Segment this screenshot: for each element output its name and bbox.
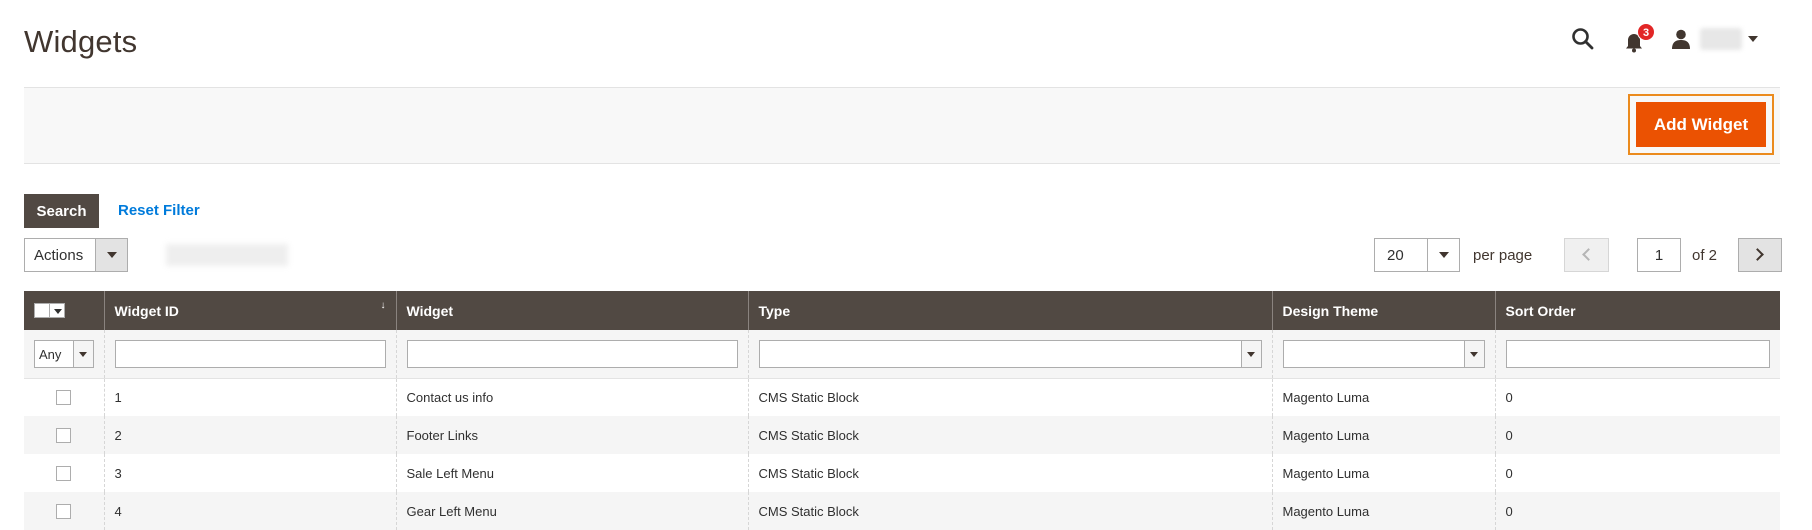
type-filter-select[interactable] (758, 339, 1262, 368)
massaction-filter-cell: Any (24, 330, 104, 379)
per-page-select[interactable]: 20 (1374, 238, 1460, 272)
chevron-down-icon (78, 351, 87, 357)
total-pages-label: of 2 (1692, 247, 1718, 264)
chevron-down-icon (1246, 351, 1255, 357)
massaction-header (24, 291, 104, 330)
filter-row: Any (24, 330, 1780, 379)
user-icon (1672, 29, 1690, 49)
table-row[interactable]: 2 Footer Links CMS Static Block Magento … (24, 416, 1780, 454)
next-page-button[interactable] (1738, 238, 1782, 272)
table-row[interactable]: 3 Sale Left Menu CMS Static Block Magent… (24, 454, 1780, 492)
chevron-left-icon (1582, 248, 1595, 261)
cell-widget: Gear Left Menu (395, 492, 748, 530)
page-actions-bar: Add Widget (24, 87, 1780, 164)
filter-cell-widget (395, 330, 748, 379)
previous-page-button[interactable] (1564, 238, 1609, 272)
cell-widget-id: 4 (103, 492, 396, 530)
per-page-label: per page (1473, 247, 1533, 264)
cell-sort-order: 0 (1494, 492, 1780, 530)
column-header-design-theme[interactable]: Design Theme (1271, 291, 1495, 330)
cell-design-theme: Magento Luma (1271, 378, 1495, 416)
dropdown-arrow (1463, 340, 1484, 367)
cell-type: CMS Static Block (747, 378, 1272, 416)
sort-order-filter-input[interactable] (1505, 339, 1770, 368)
filter-cell-type (747, 330, 1272, 379)
dropdown-arrow (1240, 340, 1261, 367)
divider (49, 304, 50, 317)
cell-widget-id: 3 (103, 454, 396, 492)
chevron-right-icon (1751, 248, 1764, 261)
row-checkbox-cell (24, 416, 104, 454)
row-checkbox-cell (24, 454, 104, 492)
notification-count-badge: 3 (1637, 23, 1655, 41)
filter-cell-sort-order (1494, 330, 1780, 379)
massaction-filter-value: Any (39, 346, 62, 362)
add-widget-button[interactable]: Add Widget (1636, 102, 1766, 147)
add-widget-focus-ring: Add Widget (1628, 94, 1774, 155)
cell-sort-order: 0 (1494, 416, 1780, 454)
page-title: Widgets (24, 24, 138, 59)
chevron-down-icon (54, 309, 62, 314)
cell-type: CMS Static Block (747, 416, 1272, 454)
widgets-grid: Widget ID ↓ Widget Type Design Theme Sort… (24, 291, 1780, 530)
column-header-widget-id[interactable]: Widget ID ↓ (103, 291, 396, 330)
column-header-sort-order[interactable]: Sort Order (1494, 291, 1780, 330)
column-header-type[interactable]: Type (747, 291, 1272, 330)
filter-cell-design-theme (1271, 330, 1495, 379)
row-checkbox[interactable] (56, 390, 71, 406)
cell-design-theme: Magento Luma (1271, 416, 1495, 454)
filter-cell-widget-id (103, 330, 396, 379)
chevron-down-icon (1748, 36, 1758, 42)
column-label: Widget ID (114, 302, 179, 319)
global-search-button[interactable] (1570, 26, 1596, 52)
table-row[interactable]: 4 Gear Left Menu CMS Static Block Magent… (24, 492, 1780, 530)
admin-user-menu[interactable] (1670, 26, 1760, 52)
user-name (1700, 28, 1742, 50)
row-checkbox-cell (24, 378, 104, 416)
cell-widget-id: 2 (103, 416, 396, 454)
chevron-down-icon (1439, 252, 1449, 258)
sort-arrow-icon: ↓ (380, 300, 386, 311)
design-theme-filter-select[interactable] (1282, 339, 1485, 368)
reset-filter-link[interactable]: Reset Filter (118, 202, 200, 219)
current-page-input[interactable] (1637, 238, 1681, 272)
widget-id-filter-input[interactable] (114, 339, 386, 368)
notifications-button[interactable]: 3 (1623, 23, 1655, 54)
row-checkbox[interactable] (56, 428, 71, 444)
row-checkbox[interactable] (56, 504, 71, 520)
pager: 20 per page of 2 (0, 238, 1812, 272)
dropdown-arrow (72, 340, 93, 367)
cell-widget: Footer Links (395, 416, 748, 454)
search-icon (1572, 28, 1594, 50)
widget-filter-input[interactable] (406, 339, 738, 368)
dropdown-arrow (1427, 239, 1459, 271)
cell-widget: Sale Left Menu (395, 454, 748, 492)
cell-sort-order: 0 (1494, 454, 1780, 492)
per-page-value: 20 (1387, 247, 1404, 264)
chevron-down-icon (1469, 351, 1478, 357)
search-button[interactable]: Search (24, 194, 99, 228)
mass-select-dropdown[interactable] (34, 303, 65, 318)
cell-sort-order: 0 (1494, 378, 1780, 416)
massaction-filter-select[interactable]: Any (34, 339, 94, 368)
row-checkbox-cell (24, 492, 104, 530)
cell-type: CMS Static Block (747, 492, 1272, 530)
cell-design-theme: Magento Luma (1271, 454, 1495, 492)
grid-header-row: Widget ID ↓ Widget Type Design Theme Sort… (24, 291, 1780, 330)
row-checkbox[interactable] (56, 466, 71, 482)
cell-widget-id: 1 (103, 378, 396, 416)
cell-type: CMS Static Block (747, 454, 1272, 492)
column-header-widget[interactable]: Widget (395, 291, 748, 330)
cell-design-theme: Magento Luma (1271, 492, 1495, 530)
cell-widget: Contact us info (395, 378, 748, 416)
table-row[interactable]: 1 Contact us info CMS Static Block Magen… (24, 378, 1780, 416)
